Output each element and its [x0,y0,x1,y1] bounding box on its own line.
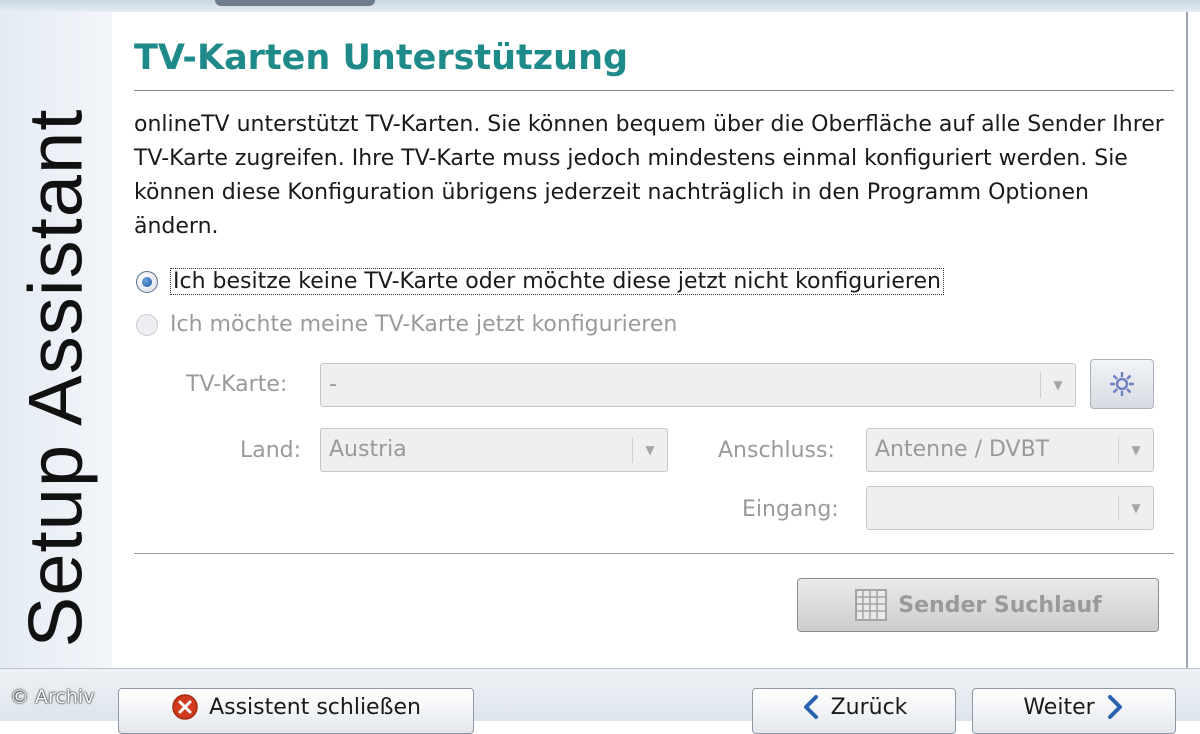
sidebar: Setup Assistant [0,12,113,668]
window-top-decoration [215,0,375,6]
connection-value: Antenne / DVBT [875,437,1050,462]
channel-scan-button[interactable]: Sender Suchlauf [797,578,1159,632]
section-divider [134,553,1174,554]
connection-label: Anschluss: [718,438,835,463]
option-label[interactable]: Ich besitze keine TV-Karte oder möchte d… [170,268,944,295]
title-divider [134,90,1174,91]
window-top-strip [0,0,1200,12]
close-assistant-label: Assistent schließen [209,694,421,720]
input-select[interactable]: ▼ [866,486,1154,530]
tv-card-value: - [329,372,337,397]
grid-icon [855,589,888,621]
sidebar-title: Setup Assistant [13,108,99,648]
close-assistant-button[interactable]: Assistent schließen [118,688,474,734]
description-text: onlineTV unterstützt TV-Karten. Sie könn… [134,112,1164,239]
back-button[interactable]: Zurück [752,688,956,734]
chevron-down-icon[interactable]: ▼ [633,429,667,471]
option-label[interactable]: Ich möchte meine TV-Karte jetzt konfigur… [170,312,677,337]
radio-button[interactable] [136,313,158,336]
gear-icon [1110,372,1134,396]
channel-scan-label: Sender Suchlauf [898,592,1102,618]
back-label: Zurück [830,694,908,720]
chevron-down-icon[interactable]: ▼ [1119,429,1153,471]
chevron-right-icon [1107,695,1122,719]
tv-card-select[interactable]: - ▼ [320,363,1076,407]
chevron-left-icon [803,695,818,719]
close-circle-icon [172,694,198,720]
input-label: Eingang: [742,497,839,522]
next-label: Weiter [1023,694,1095,720]
page-title: TV-Karten Unterstützung [134,38,629,78]
next-button[interactable]: Weiter [972,688,1176,734]
configure-tv-card-button[interactable] [1090,359,1154,409]
option-no-tv-card[interactable]: Ich besitze keine TV-Karte oder möchte d… [134,268,944,295]
tv-card-label: TV-Karte: [186,372,288,397]
watermark: © Archiv [10,686,95,708]
connection-select[interactable]: Antenne / DVBT ▼ [866,428,1154,472]
chevron-down-icon[interactable]: ▼ [1041,364,1075,406]
window-border [1186,12,1188,668]
country-label: Land: [240,438,302,463]
chevron-down-icon[interactable]: ▼ [1119,487,1153,529]
country-select[interactable]: Austria ▼ [320,428,668,472]
option-configure-tv-card[interactable]: Ich möchte meine TV-Karte jetzt konfigur… [134,312,677,337]
main-panel: TV-Karten Unterstützung onlineTV unterst… [112,12,1186,668]
radio-button-selected[interactable] [136,270,158,293]
country-value: Austria [329,437,407,462]
